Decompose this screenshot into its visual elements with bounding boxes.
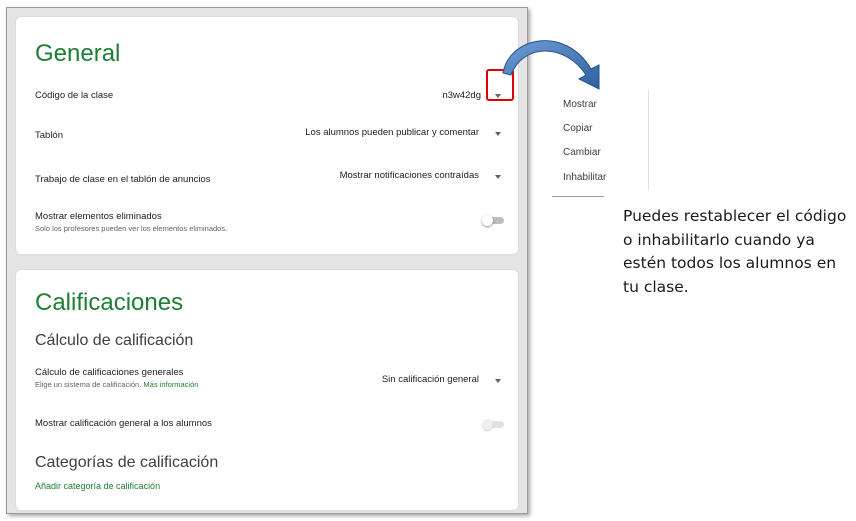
menu-item-disable[interactable]: Inhabilitar — [563, 172, 606, 183]
stream-label: Tablón — [35, 130, 63, 141]
classwork-label: Trabajo de clase en el tablón de anuncio… — [35, 174, 211, 185]
overall-grade-dropdown[interactable]: Sin calificación general — [382, 374, 479, 385]
menu-item-change[interactable]: Cambiar — [563, 147, 601, 158]
menu-divider-horizontal — [552, 196, 604, 197]
general-settings-card: General Código de la clase n3w42dg Tabló… — [15, 16, 519, 255]
add-grade-category-link[interactable]: Añadir categoría de calificación — [35, 481, 160, 491]
stream-dropdown[interactable]: Los alumnos pueden publicar y comentar — [305, 127, 479, 138]
classroom-settings-screenshot: General Código de la clase n3w42dg Tabló… — [6, 7, 528, 514]
classwork-dropdown-icon[interactable] — [495, 175, 501, 179]
stream-dropdown-icon[interactable] — [495, 132, 501, 136]
grade-categories-heading: Categorías de calificación — [35, 454, 219, 471]
toggle-knob — [482, 419, 493, 430]
grades-title: Calificaciones — [35, 289, 184, 316]
class-code-label: Código de la clase — [35, 90, 114, 101]
grade-calculation-heading: Cálculo de calificación — [35, 332, 194, 349]
show-overall-grade-label: Mostrar calificación general a los alumn… — [35, 418, 212, 429]
overall-grade-calc-description: Elige un sistema de calificación. Más in… — [35, 380, 198, 389]
toggle-knob — [482, 215, 493, 226]
deleted-items-toggle[interactable] — [482, 215, 504, 226]
more-info-link[interactable]: Más información — [143, 380, 198, 389]
overall-grade-calc-label: Cálculo de calificaciones generales — [35, 367, 184, 378]
overall-grade-calc-sub: Elige un sistema de calificación. — [35, 380, 142, 389]
explanatory-note: Puedes restablecer el código o inhabilit… — [623, 207, 847, 296]
menu-item-show[interactable]: Mostrar — [563, 99, 597, 110]
menu-item-copy[interactable]: Copiar — [563, 123, 592, 134]
show-overall-grade-toggle[interactable] — [482, 419, 504, 430]
general-title: General — [35, 40, 121, 67]
class-code-menu: Mostrar Copiar Cambiar Inhabilitar — [552, 90, 650, 200]
deleted-items-description: Solo los profesores pueden ver los eleme… — [35, 224, 228, 233]
deleted-items-label: Mostrar elementos eliminados — [35, 211, 162, 222]
grading-settings-card: Calificaciones Cálculo de calificación C… — [15, 269, 519, 511]
overall-grade-dropdown-icon[interactable] — [495, 379, 501, 383]
menu-divider-vertical — [648, 90, 649, 190]
classwork-dropdown[interactable]: Mostrar notificaciones contraídas — [340, 170, 479, 181]
class-code-value: n3w42dg — [442, 90, 481, 101]
